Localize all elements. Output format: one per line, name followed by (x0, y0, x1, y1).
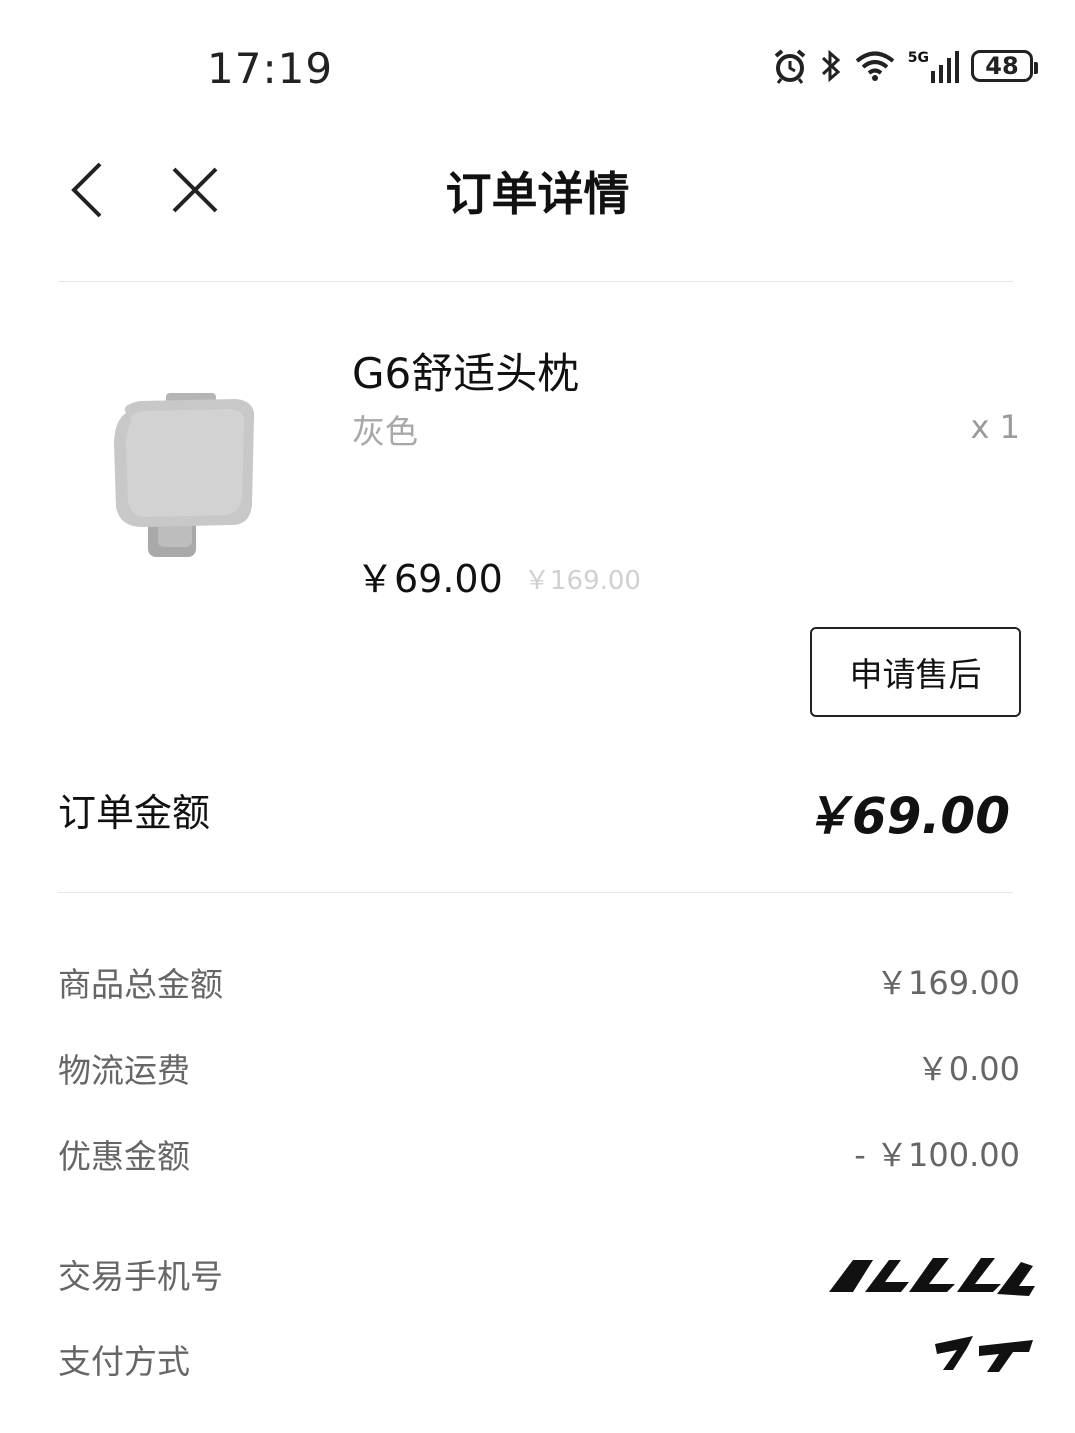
signal-icon (931, 51, 959, 83)
wifi-icon (855, 51, 895, 81)
discount-value: - ￥100.00 (854, 1136, 1020, 1174)
divider (58, 281, 1013, 282)
goods-total-label: 商品总金额 (58, 965, 223, 1004)
product-image[interactable] (96, 385, 276, 565)
status-time: 17:19 (207, 44, 334, 93)
order-total-value: ￥69.00 (801, 787, 1010, 845)
page-title: 订单详情 (445, 167, 630, 221)
order-total-label: 订单金额 (58, 791, 211, 835)
phone-label: 交易手机号 (58, 1257, 223, 1296)
divider (58, 892, 1013, 893)
alarm-icon (774, 49, 806, 84)
redacted-payment-method (935, 1336, 1033, 1372)
status-icons: 5G 48 (772, 48, 1038, 84)
network-type: 5G (907, 50, 929, 66)
payment-method-label: 支付方式 (58, 1342, 190, 1381)
discount-label: 优惠金额 (58, 1137, 190, 1176)
battery-level: 48 (985, 52, 1019, 80)
goods-total-value: ￥169.00 (876, 964, 1020, 1002)
product-variant: 灰色 (352, 412, 418, 451)
product-price: ￥69.00 (356, 557, 503, 601)
product-quantity: x 1 (970, 408, 1020, 446)
shipping-label: 物流运费 (58, 1051, 190, 1090)
shipping-value: ￥0.00 (916, 1050, 1020, 1088)
battery-icon: 48 (971, 50, 1038, 82)
redacted-phone-number (829, 1258, 1035, 1296)
product-name: G6舒适头枕 (352, 349, 580, 398)
after-sale-button[interactable]: 申请售后 (810, 627, 1021, 717)
bluetooth-icon (821, 49, 841, 83)
product-original-price: ￥169.00 (524, 566, 641, 596)
